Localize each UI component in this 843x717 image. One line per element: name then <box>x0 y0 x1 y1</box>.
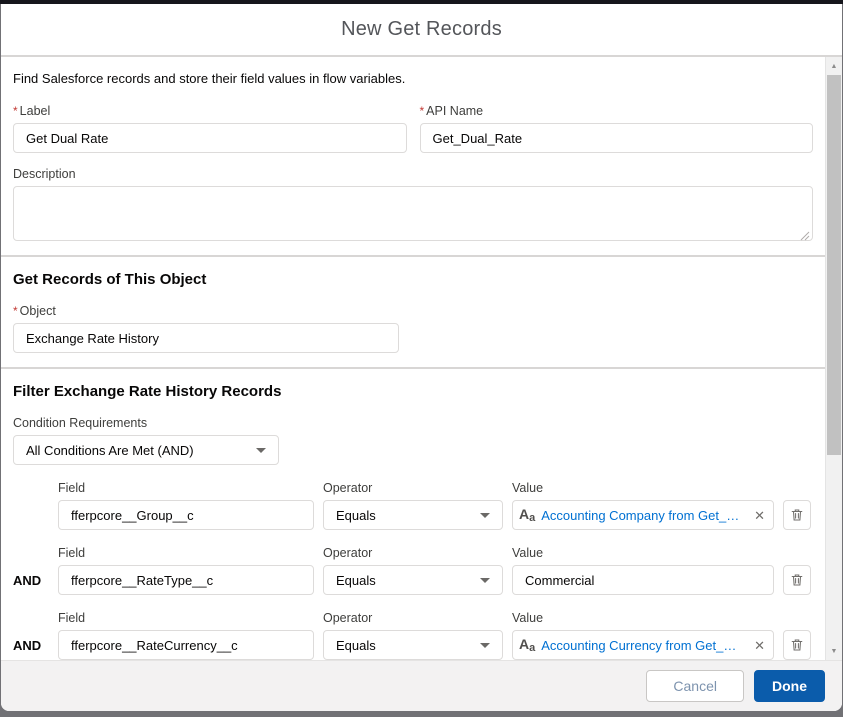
label-api-row: *Label *API Name <box>13 104 813 153</box>
required-asterisk: * <box>13 304 18 318</box>
api-name-input[interactable] <box>420 123 814 153</box>
and-connector-label: AND <box>13 573 49 588</box>
modal-content: Find Salesforce records and store their … <box>1 57 825 660</box>
filter-2-delete-button[interactable] <box>783 565 811 595</box>
filter-1-delete-button[interactable] <box>783 500 811 530</box>
filter-section-heading: Filter Exchange Rate History Records <box>13 383 813 400</box>
trash-icon <box>790 508 804 522</box>
modal-footer: Cancel Done <box>1 660 842 711</box>
value-column-label: Value <box>512 546 774 560</box>
filter-3-field-input[interactable] <box>58 630 314 660</box>
field-column-label: Field <box>58 546 314 560</box>
textarea-resize-handle-icon[interactable] <box>800 228 810 238</box>
condition-requirements-value: All Conditions Are Met (AND) <box>26 443 194 458</box>
modal-body: Find Salesforce records and store their … <box>1 57 842 660</box>
required-asterisk: * <box>420 104 425 118</box>
description-field-label: Description <box>13 167 813 181</box>
object-section-heading: Get Records of This Object <box>13 271 813 288</box>
filter-1-value-resource[interactable]: Aa Accounting Company from Get_… ✕ <box>512 500 774 530</box>
filter-row-2-labels: Field Operator Value <box>13 546 813 560</box>
label-input[interactable] <box>13 123 407 153</box>
api-name-field-group: *API Name <box>420 104 814 153</box>
operator-column-label: Operator <box>323 611 503 625</box>
operator-column-label: Operator <box>323 546 503 560</box>
filter-2-field-input[interactable] <box>58 565 314 595</box>
filter-row-3: AND Equals Aa Accounting Currency from G… <box>13 630 813 660</box>
and-connector-label: AND <box>13 638 49 653</box>
filter-row-2: AND Equals <box>13 565 813 595</box>
operator-column-label: Operator <box>323 481 503 495</box>
new-get-records-modal: New Get Records Find Salesforce records … <box>1 4 842 711</box>
filter-3-operator-dropdown[interactable]: Equals <box>323 630 503 660</box>
value-column-label: Value <box>512 611 774 625</box>
section-divider <box>1 367 825 369</box>
filter-1-value-link[interactable]: Accounting Company from Get_… <box>541 508 748 523</box>
cancel-button[interactable]: Cancel <box>646 670 744 702</box>
filter-3-value-resource[interactable]: Aa Accounting Currency from Get_… ✕ <box>512 630 774 660</box>
filter-row-1: Equals Aa Accounting Company from Get_… … <box>13 500 813 530</box>
chevron-down-icon <box>480 513 490 518</box>
intro-text: Find Salesforce records and store their … <box>13 71 813 86</box>
condition-requirements-dropdown[interactable]: All Conditions Are Met (AND) <box>13 435 279 465</box>
condition-requirements-group: Condition Requirements All Conditions Ar… <box>13 416 813 465</box>
value-column-label: Value <box>512 481 774 495</box>
text-type-icon: Aa <box>519 637 535 653</box>
filter-2-operator-dropdown[interactable]: Equals <box>323 565 503 595</box>
remove-value-icon[interactable]: ✕ <box>754 639 765 652</box>
field-column-label: Field <box>58 481 314 495</box>
filter-1-field-input[interactable] <box>58 500 314 530</box>
vertical-scrollbar[interactable]: ▲ ▼ <box>825 57 842 660</box>
done-button[interactable]: Done <box>754 670 825 702</box>
chevron-down-icon <box>480 578 490 583</box>
filter-3-value-link[interactable]: Accounting Currency from Get_… <box>541 638 748 653</box>
text-type-icon: Aa <box>519 507 535 523</box>
trash-icon <box>790 638 804 652</box>
scroll-down-icon[interactable]: ▼ <box>826 643 842 659</box>
required-asterisk: * <box>13 104 18 118</box>
modal-title: New Get Records <box>341 18 502 41</box>
chevron-down-icon <box>480 643 490 648</box>
description-textarea[interactable] <box>13 186 813 241</box>
filter-row-1-labels: Field Operator Value <box>13 481 813 495</box>
api-name-field-label: *API Name <box>420 104 814 118</box>
filter-2-value-input[interactable] <box>512 565 774 595</box>
scrollbar-thumb[interactable] <box>827 75 841 455</box>
description-field-group: Description <box>13 167 813 241</box>
object-field-group: *Object <box>13 304 813 353</box>
chevron-down-icon <box>256 448 266 453</box>
label-field-group: *Label <box>13 104 407 153</box>
trash-icon <box>790 573 804 587</box>
filter-1-operator-dropdown[interactable]: Equals <box>323 500 503 530</box>
filter-row-3-labels: Field Operator Value <box>13 611 813 625</box>
object-field-label: *Object <box>13 304 813 318</box>
remove-value-icon[interactable]: ✕ <box>754 509 765 522</box>
filter-3-delete-button[interactable] <box>783 630 811 660</box>
label-field-label: *Label <box>13 104 407 118</box>
scroll-up-icon[interactable]: ▲ <box>826 58 842 74</box>
section-divider <box>1 255 825 257</box>
object-input[interactable] <box>13 323 399 353</box>
modal-header: New Get Records <box>1 4 842 57</box>
field-column-label: Field <box>58 611 314 625</box>
condition-requirements-label: Condition Requirements <box>13 416 813 430</box>
